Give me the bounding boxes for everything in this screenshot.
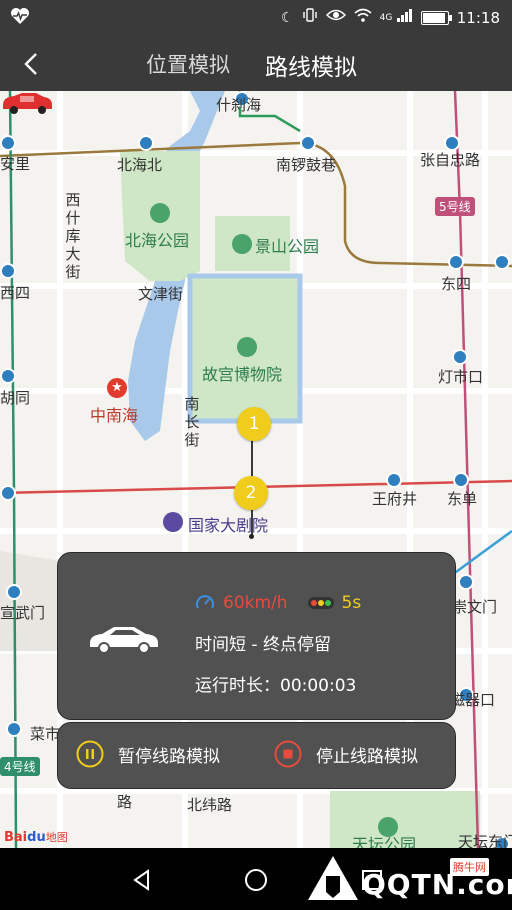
battery-icon — [420, 11, 452, 25]
light-wait-value: 5s — [341, 593, 362, 613]
line-4-badge: 4号线 — [0, 757, 40, 776]
pause-button-label: 暂停线路模拟 — [118, 746, 220, 767]
theater-icon — [163, 512, 183, 532]
map-label: 东四 — [441, 275, 472, 293]
run-duration-row: 运行时长：00:00:03 — [195, 671, 356, 696]
star-icon: ★ — [107, 378, 127, 398]
vibrate-icon — [302, 7, 318, 29]
back-button[interactable] — [14, 46, 50, 82]
map-label: 西四 — [0, 284, 31, 302]
map-label: 景山公园 — [255, 237, 320, 256]
speed-row: 60km/h 5s — [195, 593, 361, 613]
metro-icon — [6, 721, 22, 737]
route-description: 时间短 - 终点停留 — [195, 635, 331, 655]
map-label: 北海公园 — [125, 231, 190, 250]
metro-icon — [452, 349, 468, 365]
map-label: 灯市口 — [438, 368, 484, 386]
simulation-controls: 暂停线路模拟 停止线路模拟 — [57, 722, 456, 789]
wifi-icon — [354, 8, 372, 28]
watermark-badge: 腾牛网 — [450, 858, 489, 876]
map-label: 中南海 — [90, 406, 139, 425]
traffic-light-icon — [307, 597, 334, 609]
pause-route-simulation-button[interactable]: 暂停线路模拟 — [76, 740, 220, 768]
metro-icon — [0, 485, 16, 501]
pause-circle-icon — [76, 740, 104, 768]
map-label: 什刹海 — [216, 96, 262, 114]
qqtn-watermark: QQTN.com 腾牛网 — [300, 852, 512, 910]
signal-icon: 4G — [380, 8, 413, 28]
stop-route-simulation-button[interactable]: 停止线路模拟 — [274, 740, 418, 768]
map-label: 安里 — [0, 155, 31, 173]
speedometer-icon — [196, 595, 214, 609]
metro-icon — [6, 584, 22, 600]
map-label: 菜市 — [30, 725, 61, 743]
phone-screen: ☾ 4G 11:18 位置模拟 路线模拟 什刹海 安里 北海北 南锣鼓巷 张自忠… — [0, 0, 512, 910]
park-icon — [150, 203, 170, 223]
app-header: 位置模拟 路线模拟 — [0, 36, 512, 91]
route-end-dot — [249, 534, 254, 539]
park-icon — [232, 234, 252, 254]
line-5-badge: 5号线 — [435, 197, 475, 216]
run-duration-value: 00:00:03 — [280, 676, 357, 696]
map-label: 路 — [117, 793, 133, 811]
watermark-text: QQTN.com — [362, 868, 512, 901]
tab-route-simulation[interactable]: 路线模拟 — [265, 48, 357, 82]
car-icon — [90, 627, 158, 654]
home-circle-icon[interactable] — [244, 868, 268, 892]
metro-icon — [0, 263, 16, 279]
metro-icon — [458, 574, 474, 590]
simulation-info-panel: 60km/h 5s 时间短 - 终点停留 运行时长：00:00:03 — [57, 552, 456, 720]
eye-icon — [325, 8, 346, 28]
map-label: 北纬路 — [187, 796, 233, 814]
clock: 11:18 — [456, 9, 500, 27]
museum-icon — [237, 337, 257, 357]
stop-circle-icon — [274, 740, 302, 768]
metro-icon — [448, 254, 464, 270]
map-label: 崇文门 — [452, 598, 498, 616]
car-position-icon — [3, 93, 52, 114]
metro-icon — [138, 135, 154, 151]
map-label: 西什库大街 — [65, 191, 81, 281]
map-label: 北海北 — [117, 156, 163, 174]
stop-button-label: 停止线路模拟 — [316, 746, 418, 767]
heart-rate-icon — [10, 7, 30, 29]
waypoint-2-marker[interactable]: 2 — [234, 476, 268, 510]
speed-value: 60km/h — [223, 593, 288, 613]
metro-icon — [0, 368, 16, 384]
metro-icon — [453, 472, 469, 488]
chevron-left-icon — [24, 53, 37, 75]
metro-icon — [386, 472, 402, 488]
moon-icon: ☾ — [281, 10, 294, 26]
map-label: 天坛东门 — [458, 833, 512, 848]
map-label: 故宫博物院 — [202, 365, 283, 384]
watermark-logo-icon — [308, 856, 358, 900]
waypoint-1-marker[interactable]: 1 — [237, 407, 271, 441]
status-bar: ☾ 4G 11:18 — [0, 0, 512, 36]
map-label: 王府井 — [372, 490, 418, 508]
map-label: 东单 — [447, 490, 478, 508]
back-triangle-icon[interactable] — [130, 868, 154, 892]
metro-icon — [0, 135, 16, 151]
map-label: 文津街 — [138, 285, 184, 303]
map-label: 国家大剧院 — [188, 516, 269, 535]
metro-icon — [300, 135, 316, 151]
map-label: 南锣鼓巷 — [276, 156, 337, 174]
map-label: 张自忠路 — [420, 151, 481, 169]
map-label: 宣武门 — [0, 604, 46, 622]
map-label: 磁器口 — [450, 691, 496, 709]
baidu-map-logo: Baidu地图 — [4, 830, 68, 845]
map-label: 胡同 — [0, 389, 31, 407]
run-duration-label: 运行时长： — [195, 676, 280, 696]
status-icons: ☾ 4G 11:18 — [281, 7, 500, 29]
tab-location-simulation[interactable]: 位置模拟 — [146, 49, 230, 79]
map-label: 南长街 — [184, 395, 200, 449]
park-icon — [378, 817, 398, 837]
metro-icon — [494, 254, 510, 270]
